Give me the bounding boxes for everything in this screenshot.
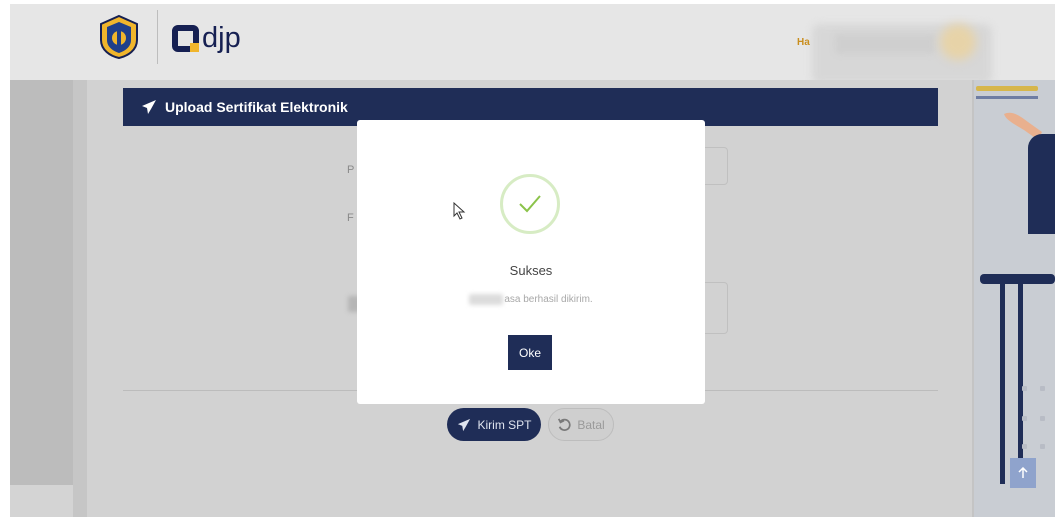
illustration-dot — [1022, 444, 1027, 449]
paper-plane-icon — [142, 100, 156, 114]
user-greeting-prefix: Ha — [797, 37, 810, 48]
form-label: P — [347, 164, 355, 176]
djp-logo-mark — [172, 24, 199, 52]
card-title: Upload Sertifikat Elektronik — [165, 99, 348, 115]
illustration-table — [980, 274, 1055, 284]
illustration-stripe — [976, 86, 1038, 91]
mouse-cursor-icon — [453, 202, 466, 220]
modal-message-row: asa berhasil dikirim. — [357, 294, 705, 305]
illustration-stripe — [976, 96, 1038, 99]
avatar[interactable] — [940, 24, 976, 60]
illustration-figure — [1028, 134, 1055, 234]
modal-title: Sukses — [509, 263, 553, 278]
kirim-spt-button[interactable]: Kirim SPT — [447, 408, 541, 441]
user-name-blurred — [835, 34, 935, 54]
success-icon-circle — [500, 174, 560, 234]
kemenkeu-emblem-icon — [100, 14, 138, 60]
illustration-dot — [1040, 386, 1045, 391]
paper-plane-icon — [457, 418, 470, 431]
success-modal: Sukses asa berhasil dikirim. Oke — [357, 120, 705, 404]
scroll-to-top-button[interactable] — [1010, 458, 1036, 488]
logo-divider — [157, 10, 158, 64]
illustration-table-leg — [1000, 284, 1005, 484]
left-sidebar-edge — [73, 80, 87, 517]
left-sidebar — [10, 80, 73, 485]
form-label: F — [347, 212, 354, 224]
illustration-dot — [1022, 386, 1027, 391]
illustration-dot — [1040, 444, 1045, 449]
modal-message: asa berhasil dikirim. — [504, 294, 593, 305]
illustration-dot — [1022, 416, 1027, 421]
batal-button[interactable]: Batal — [548, 408, 614, 441]
app-screen: djp Ha Upload Sertifikat Elektronik P F … — [10, 4, 1055, 517]
kirim-spt-label: Kirim SPT — [477, 417, 532, 432]
illustration-table-leg — [1018, 284, 1023, 484]
check-icon — [519, 195, 541, 213]
undo-icon — [558, 417, 571, 431]
djp-logo-text: djp — [202, 21, 241, 54]
oke-button[interactable]: Oke — [508, 335, 552, 370]
illustration-dot — [1040, 416, 1045, 421]
djp-logo[interactable]: djp — [172, 20, 241, 56]
blurred-text — [469, 294, 504, 305]
batal-label: Batal — [577, 417, 605, 432]
arrow-up-icon — [1018, 467, 1028, 478]
